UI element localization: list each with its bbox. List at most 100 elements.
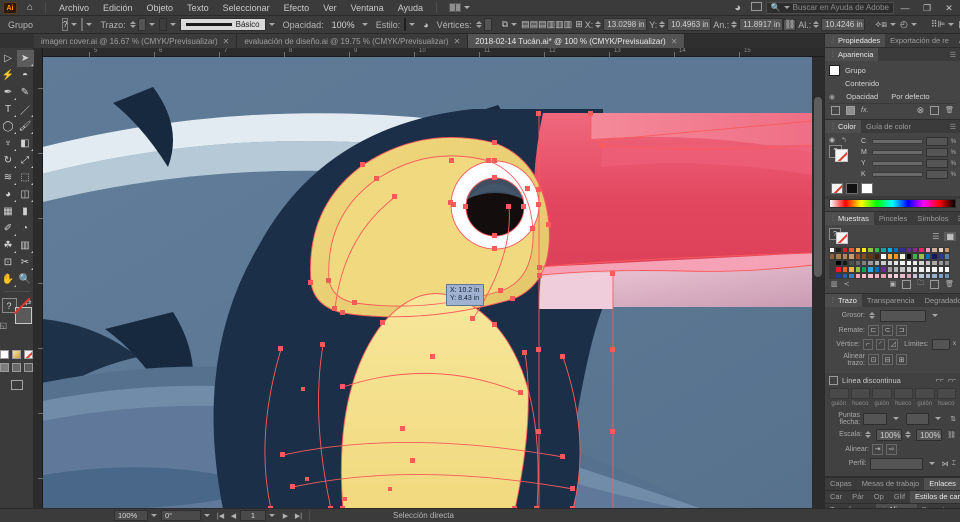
zoom-level-field[interactable]: 100% xyxy=(114,510,148,521)
stroke-style-chevron-icon[interactable] xyxy=(169,23,176,26)
workspace-switcher[interactable] xyxy=(443,3,476,12)
next-artboard-button[interactable]: ▶ xyxy=(279,512,292,520)
flip-across-icon[interactable]: ⋈ xyxy=(942,460,949,468)
tab-transparencia[interactable]: Transparencia xyxy=(862,294,920,307)
recolor-artwork-icon[interactable]: ◴ xyxy=(900,17,908,32)
channel-value[interactable] xyxy=(925,137,948,146)
add-new-fill-icon[interactable] xyxy=(846,105,855,115)
channel-slider[interactable] xyxy=(872,161,923,166)
corner-round-icon[interactable]: ◜ xyxy=(875,338,886,350)
width-tool[interactable]: ≋ xyxy=(0,169,17,186)
stroke-weight-chevron-icon[interactable] xyxy=(148,23,155,26)
delete-swatch-icon[interactable]: 🗑 xyxy=(945,280,954,288)
tab-degradado[interactable]: Degradado xyxy=(920,294,960,307)
canvas-vertical-scrollbar[interactable] xyxy=(812,57,824,508)
arrow-scale-field-1[interactable]: 100% xyxy=(876,428,903,441)
channel-value[interactable] xyxy=(925,148,948,157)
default-fill-stroke-icon[interactable]: ◱ xyxy=(0,321,7,330)
new-color-group-icon[interactable]: 🗀 xyxy=(917,279,924,290)
lasso-tool[interactable]: ◓ xyxy=(17,67,34,84)
rotation-field[interactable]: 0° xyxy=(161,510,201,521)
tab-color[interactable]: ⋮ Color xyxy=(825,120,861,133)
paintbrush-tool[interactable]: 🖌 xyxy=(17,118,34,135)
grid-view-icon[interactable]: ▦ xyxy=(944,231,956,241)
align-bottom-icon[interactable]: ▥ xyxy=(564,17,573,32)
corner-miter-icon[interactable]: ⌐ xyxy=(862,338,873,350)
draw-behind-icon[interactable] xyxy=(12,363,21,372)
cap-round-icon[interactable]: ⊂ xyxy=(882,324,893,336)
channel-value[interactable] xyxy=(925,170,948,179)
tab-glifos[interactable]: Glif xyxy=(889,491,910,503)
tab-propiedades[interactable]: ⋮ Propiedades xyxy=(825,34,886,47)
restore-button[interactable]: ❐ xyxy=(916,0,938,16)
stroke-weight-stepper[interactable] xyxy=(129,21,136,28)
swatch-grid[interactable] xyxy=(829,247,956,279)
fill-chevron-icon[interactable] xyxy=(71,23,78,26)
panel-menu-icon[interactable]: ☰ xyxy=(946,120,960,133)
eraser-tool[interactable]: ◧ xyxy=(17,135,34,152)
artboard-tool[interactable]: ⊡ xyxy=(0,254,17,271)
direct-selection-tool[interactable]: ➤ xyxy=(16,50,34,67)
arrange-documents-icon[interactable] xyxy=(748,2,766,13)
fill-indicator-icon[interactable]: ◉ xyxy=(829,136,835,144)
recolor-chevron-icon[interactable] xyxy=(910,23,917,26)
arrowhead-start-field[interactable] xyxy=(863,412,887,425)
tab-trazo[interactable]: ⋮ Trazo xyxy=(825,293,862,307)
appearance-fill-swatch[interactable] xyxy=(829,65,840,76)
opacity-value[interactable]: 100% xyxy=(328,20,359,30)
free-transform-tool[interactable]: ⬚ xyxy=(17,169,34,186)
swatch-options-icon[interactable] xyxy=(902,279,912,289)
gradient-fill-icon[interactable] xyxy=(12,350,21,359)
y-field[interactable]: 10.4963 in xyxy=(667,18,712,31)
appearance-opacity-value[interactable]: Por defecto xyxy=(891,92,929,101)
dash-field-2[interactable] xyxy=(872,387,892,399)
arrowhead-end-field[interactable] xyxy=(905,412,930,425)
slice-tool[interactable]: ✂ xyxy=(17,254,34,271)
flip-along-icon[interactable]: ⌶ xyxy=(952,460,956,468)
link-proportions-icon[interactable]: ⛓ xyxy=(783,18,797,31)
align-stroke-inside-icon[interactable]: ⊟ xyxy=(882,354,893,366)
align-top-icon[interactable]: ▥ xyxy=(547,17,556,32)
perspective-grid-tool[interactable]: ◫ xyxy=(17,186,34,203)
x-stepper[interactable] xyxy=(595,21,602,28)
width-stepper[interactable] xyxy=(731,21,738,28)
swatch-cell[interactable] xyxy=(944,272,951,279)
stroke-weight-chevron-icon[interactable] xyxy=(932,314,938,318)
delete-item-icon[interactable]: 🗑 xyxy=(945,106,954,114)
rotate-tool[interactable]: ↻ xyxy=(0,152,17,169)
document-tab-tucan[interactable]: 2018-02-14 Tucán.ai* @ 100 % (CMYK/Previ… xyxy=(468,34,686,48)
document-tab-evaluacion[interactable]: evaluación de diseño.ai @ 19.75 % (CMYK/… xyxy=(237,34,469,48)
vertical-ruler[interactable] xyxy=(34,48,43,508)
scale-tool[interactable]: ⤢ xyxy=(17,152,34,169)
arrowhead-end-chevron-icon[interactable] xyxy=(935,417,942,421)
tab-pinceles[interactable]: Pinceles xyxy=(874,212,912,225)
menu-ventana[interactable]: Ventana xyxy=(344,0,391,16)
show-libraries-icon[interactable]: ≺ xyxy=(844,280,850,288)
channel-slider[interactable] xyxy=(872,150,923,155)
tab-simbolos[interactable]: Símbolos xyxy=(912,212,953,225)
color-channel-m[interactable]: M % xyxy=(861,147,956,158)
color-fill-icon[interactable] xyxy=(0,350,9,359)
document-canvas[interactable]: 5 6 7 8 9 10 11 12 13 14 15 X: 10.2 in Y… xyxy=(34,48,824,508)
change-screen-mode-icon[interactable] xyxy=(10,380,23,390)
place-arrow-at-end-icon[interactable]: ⇨ xyxy=(886,443,897,455)
add-fx-icon[interactable]: fx. xyxy=(861,107,868,114)
selection-tool[interactable]: ▷ xyxy=(0,50,17,67)
line-segment-tool[interactable]: ／ xyxy=(17,101,34,118)
channel-slider[interactable] xyxy=(872,139,923,144)
eyedropper-tool[interactable]: ✐ xyxy=(0,220,17,237)
stroke-indicator-icon[interactable]: ↰ xyxy=(841,136,847,144)
panel-menu-icon[interactable]: ☰ xyxy=(953,212,960,225)
stroke-profile-dropdown[interactable]: Básico xyxy=(179,18,266,31)
tab-atributos[interactable]: Atributos xyxy=(954,34,960,47)
transform-chevron-icon[interactable] xyxy=(511,23,518,26)
cloud-sync-icon[interactable]: ◕ xyxy=(728,2,748,14)
swatch-stroke-indicator[interactable] xyxy=(836,232,848,244)
document-tab-imagen-cover[interactable]: imagen cover.ai @ 16.67 % (CMYK/Previsua… xyxy=(34,34,238,48)
blend-tool[interactable]: ◔ xyxy=(17,220,34,237)
tab-exportacion[interactable]: Exportación de re xyxy=(885,34,954,47)
tab-apariencia[interactable]: ⋮ Apariencia xyxy=(825,48,879,61)
arrange-icon[interactable]: ⠿ xyxy=(931,17,938,32)
ellipse-tool[interactable]: ◯ xyxy=(0,118,17,135)
type-tool[interactable]: T xyxy=(0,101,17,118)
